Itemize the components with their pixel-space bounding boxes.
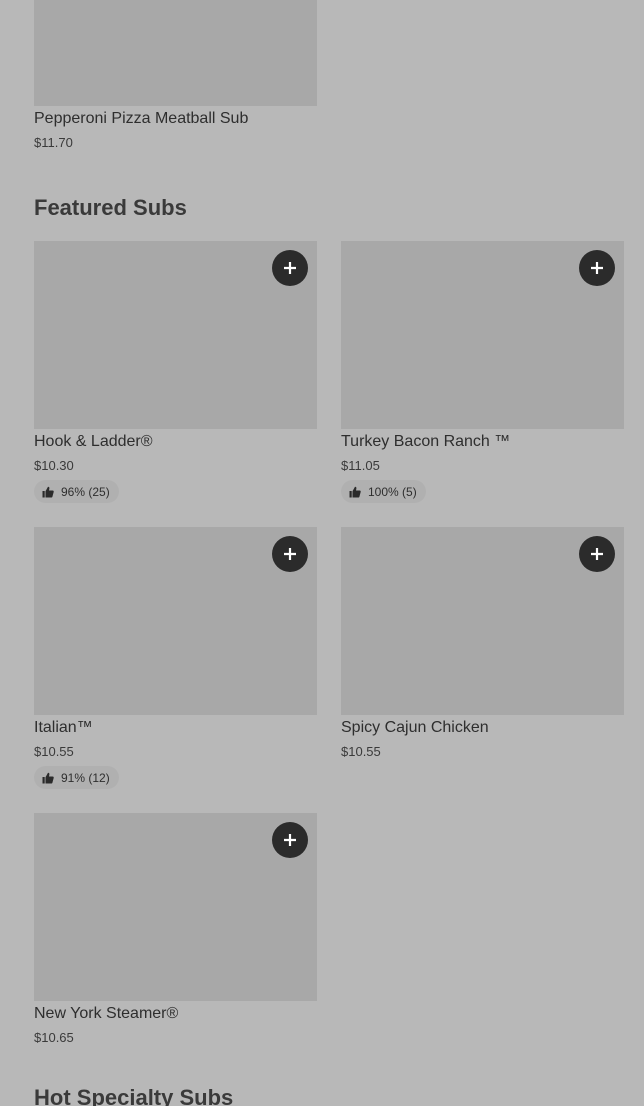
thumbs-up-icon (42, 486, 54, 497)
section-title-featured-subs: Featured Subs (34, 195, 187, 220)
add-to-cart-button[interactable] (272, 250, 308, 286)
menu-page: Pepperoni Pizza Meatball Sub $11.70 Feat… (0, 0, 644, 1106)
add-to-cart-button[interactable] (272, 536, 308, 572)
menu-item-image[interactable] (34, 0, 317, 106)
menu-item-price: $11.05 (341, 458, 380, 473)
menu-item-name: Spicy Cajun Chicken (341, 719, 489, 736)
menu-item-price: $10.30 (34, 458, 74, 473)
add-to-cart-button[interactable] (579, 250, 615, 286)
menu-item-price: $11.70 (34, 135, 73, 150)
menu-item-name: Pepperoni Pizza Meatball Sub (34, 110, 249, 127)
thumbs-up-icon (42, 772, 54, 783)
add-to-cart-button[interactable] (272, 822, 308, 858)
menu-item-price: $10.65 (34, 1030, 74, 1045)
menu-item-name: Italian™ (34, 719, 93, 736)
menu-item-name: Hook & Ladder® (34, 433, 153, 450)
plus-icon (591, 548, 603, 560)
menu-item-price: $10.55 (341, 744, 381, 759)
rating-badge: 100% (5) (341, 480, 426, 503)
thumbs-up-icon (349, 486, 361, 497)
rating-text: 100% (5) (368, 484, 417, 499)
rating-badge: 96% (25) (34, 480, 119, 503)
add-to-cart-button[interactable] (579, 536, 615, 572)
section-title-hot-specialty-subs: Hot Specialty Subs (34, 1085, 234, 1106)
menu-item-name: Turkey Bacon Ranch ™ (341, 433, 511, 450)
plus-icon (591, 262, 603, 274)
rating-badge: 91% (12) (34, 766, 119, 789)
menu-item-price: $10.55 (34, 744, 74, 759)
rating-text: 91% (12) (61, 770, 110, 785)
plus-icon (284, 262, 296, 274)
plus-icon (284, 834, 296, 846)
plus-icon (284, 548, 296, 560)
menu-item-name: New York Steamer® (34, 1005, 179, 1022)
rating-text: 96% (25) (61, 484, 110, 499)
